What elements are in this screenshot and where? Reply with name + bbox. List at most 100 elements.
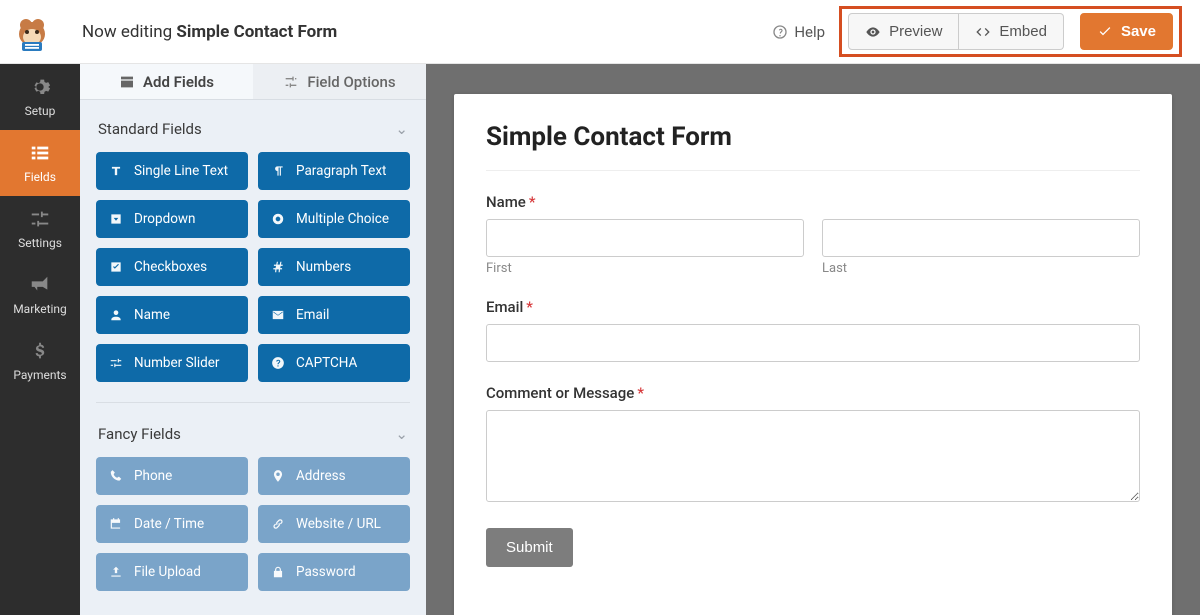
panel-tabs: Add Fields Field Options xyxy=(80,64,426,100)
first-name-input[interactable] xyxy=(486,219,804,257)
list-icon xyxy=(29,142,51,164)
required-asterisk: * xyxy=(526,298,533,316)
fancy-section-head[interactable]: Fancy Fields ⌄ xyxy=(96,419,410,457)
editing-prefix: Now editing xyxy=(82,22,176,42)
lock-icon xyxy=(270,564,286,580)
tab-options-label: Field Options xyxy=(307,73,395,91)
nav-settings-label: Settings xyxy=(18,236,62,250)
paragraph-icon xyxy=(270,163,286,179)
field-address[interactable]: Address xyxy=(258,457,410,495)
main-area: Setup Fields Settings Marketing Payments… xyxy=(0,64,1200,615)
help-text: Help xyxy=(794,23,825,41)
question-circle-icon xyxy=(270,355,286,371)
field-label: Number Slider xyxy=(134,355,220,371)
field-label: Address xyxy=(296,468,346,484)
field-phone[interactable]: Phone xyxy=(96,457,248,495)
email-input[interactable] xyxy=(486,324,1140,362)
check-square-icon xyxy=(108,259,124,275)
last-sublabel: Last xyxy=(822,261,1140,276)
tab-field-options[interactable]: Field Options xyxy=(253,64,426,99)
sliders-h-icon xyxy=(108,355,124,371)
nav-fields[interactable]: Fields xyxy=(0,130,80,196)
name-label-text: Name xyxy=(486,193,526,211)
help-link[interactable]: Help xyxy=(772,23,825,41)
field-label: Dropdown xyxy=(134,211,196,227)
field-paragraph-text[interactable]: Paragraph Text xyxy=(258,152,410,190)
envelope-icon xyxy=(270,307,286,323)
editing-form-name: Simple Contact Form xyxy=(176,22,337,42)
nav-marketing-label: Marketing xyxy=(13,302,67,316)
save-button[interactable]: Save xyxy=(1080,13,1173,50)
field-multiple-choice[interactable]: Multiple Choice xyxy=(258,200,410,238)
field-name[interactable]: Name xyxy=(96,296,248,334)
nav-fields-label: Fields xyxy=(24,170,56,184)
editing-label: Now editing Simple Contact Form xyxy=(82,22,337,42)
fancy-fields-grid: Phone Address Date / Time Website / URL … xyxy=(96,457,410,591)
embed-button[interactable]: Embed xyxy=(959,13,1064,50)
message-label-text: Comment or Message xyxy=(486,384,634,402)
standard-fields-grid: Single Line Text Paragraph Text Dropdown… xyxy=(96,152,410,382)
field-email[interactable]: Email xyxy=(258,296,410,334)
first-sublabel: First xyxy=(486,261,804,276)
bullhorn-icon xyxy=(29,274,51,296)
required-asterisk: * xyxy=(529,193,536,211)
gear-icon xyxy=(29,76,51,98)
field-label: Single Line Text xyxy=(134,163,228,179)
field-label: Website / URL xyxy=(296,516,381,532)
field-label: Password xyxy=(296,564,356,580)
field-label: Name xyxy=(134,307,170,323)
code-icon xyxy=(975,24,991,40)
nav-setup[interactable]: Setup xyxy=(0,64,80,130)
dollar-icon xyxy=(29,340,51,362)
tab-add-fields[interactable]: Add Fields xyxy=(80,64,253,99)
map-pin-icon xyxy=(270,468,286,484)
message-textarea[interactable] xyxy=(486,410,1140,502)
field-captcha[interactable]: CAPTCHA xyxy=(258,344,410,382)
app-logo xyxy=(12,12,52,52)
section-divider xyxy=(96,402,410,403)
message-field-group[interactable]: Comment or Message* xyxy=(486,384,1140,506)
chevron-down-icon: ⌄ xyxy=(395,120,408,138)
field-label: Date / Time xyxy=(134,516,204,532)
submit-label: Submit xyxy=(506,539,553,556)
eye-icon xyxy=(865,24,881,40)
fancy-title: Fancy Fields xyxy=(98,425,181,443)
field-file-upload[interactable]: File Upload xyxy=(96,553,248,591)
field-label: Phone xyxy=(134,468,172,484)
tab-add-label: Add Fields xyxy=(143,73,214,91)
preview-button[interactable]: Preview xyxy=(848,13,959,50)
name-label: Name* xyxy=(486,193,1140,211)
caret-square-icon xyxy=(108,211,124,227)
field-date-time[interactable]: Date / Time xyxy=(96,505,248,543)
field-label: Multiple Choice xyxy=(296,211,389,227)
panel-body: Standard Fields ⌄ Single Line Text Parag… xyxy=(80,100,426,615)
nav-payments[interactable]: Payments xyxy=(0,328,80,394)
field-label: Numbers xyxy=(296,259,351,275)
last-name-input[interactable] xyxy=(822,219,1140,257)
upload-icon xyxy=(108,564,124,580)
field-dropdown[interactable]: Dropdown xyxy=(96,200,248,238)
preview-area: Simple Contact Form Name* First Last Ema… xyxy=(426,64,1200,615)
top-bar: Now editing Simple Contact Form Help Pre… xyxy=(0,0,1200,64)
left-nav: Setup Fields Settings Marketing Payments xyxy=(0,64,80,615)
submit-button[interactable]: Submit xyxy=(486,528,573,567)
field-single-line-text[interactable]: Single Line Text xyxy=(96,152,248,190)
field-label: CAPTCHA xyxy=(296,355,357,371)
fields-panel: Add Fields Field Options Standard Fields… xyxy=(80,64,426,615)
field-numbers[interactable]: Numbers xyxy=(258,248,410,286)
field-checkboxes[interactable]: Checkboxes xyxy=(96,248,248,286)
email-field-group[interactable]: Email* xyxy=(486,298,1140,362)
field-label: Checkboxes xyxy=(134,259,207,275)
save-label: Save xyxy=(1121,23,1156,40)
sliders-icon xyxy=(283,74,299,90)
field-label: Email xyxy=(296,307,329,323)
field-password[interactable]: Password xyxy=(258,553,410,591)
field-number-slider[interactable]: Number Slider xyxy=(96,344,248,382)
email-label: Email* xyxy=(486,298,1140,316)
name-field-group[interactable]: Name* First Last xyxy=(486,193,1140,276)
nav-marketing[interactable]: Marketing xyxy=(0,262,80,328)
standard-section-head[interactable]: Standard Fields ⌄ xyxy=(96,114,410,152)
help-icon xyxy=(772,24,788,40)
field-website-url[interactable]: Website / URL xyxy=(258,505,410,543)
nav-settings[interactable]: Settings xyxy=(0,196,80,262)
